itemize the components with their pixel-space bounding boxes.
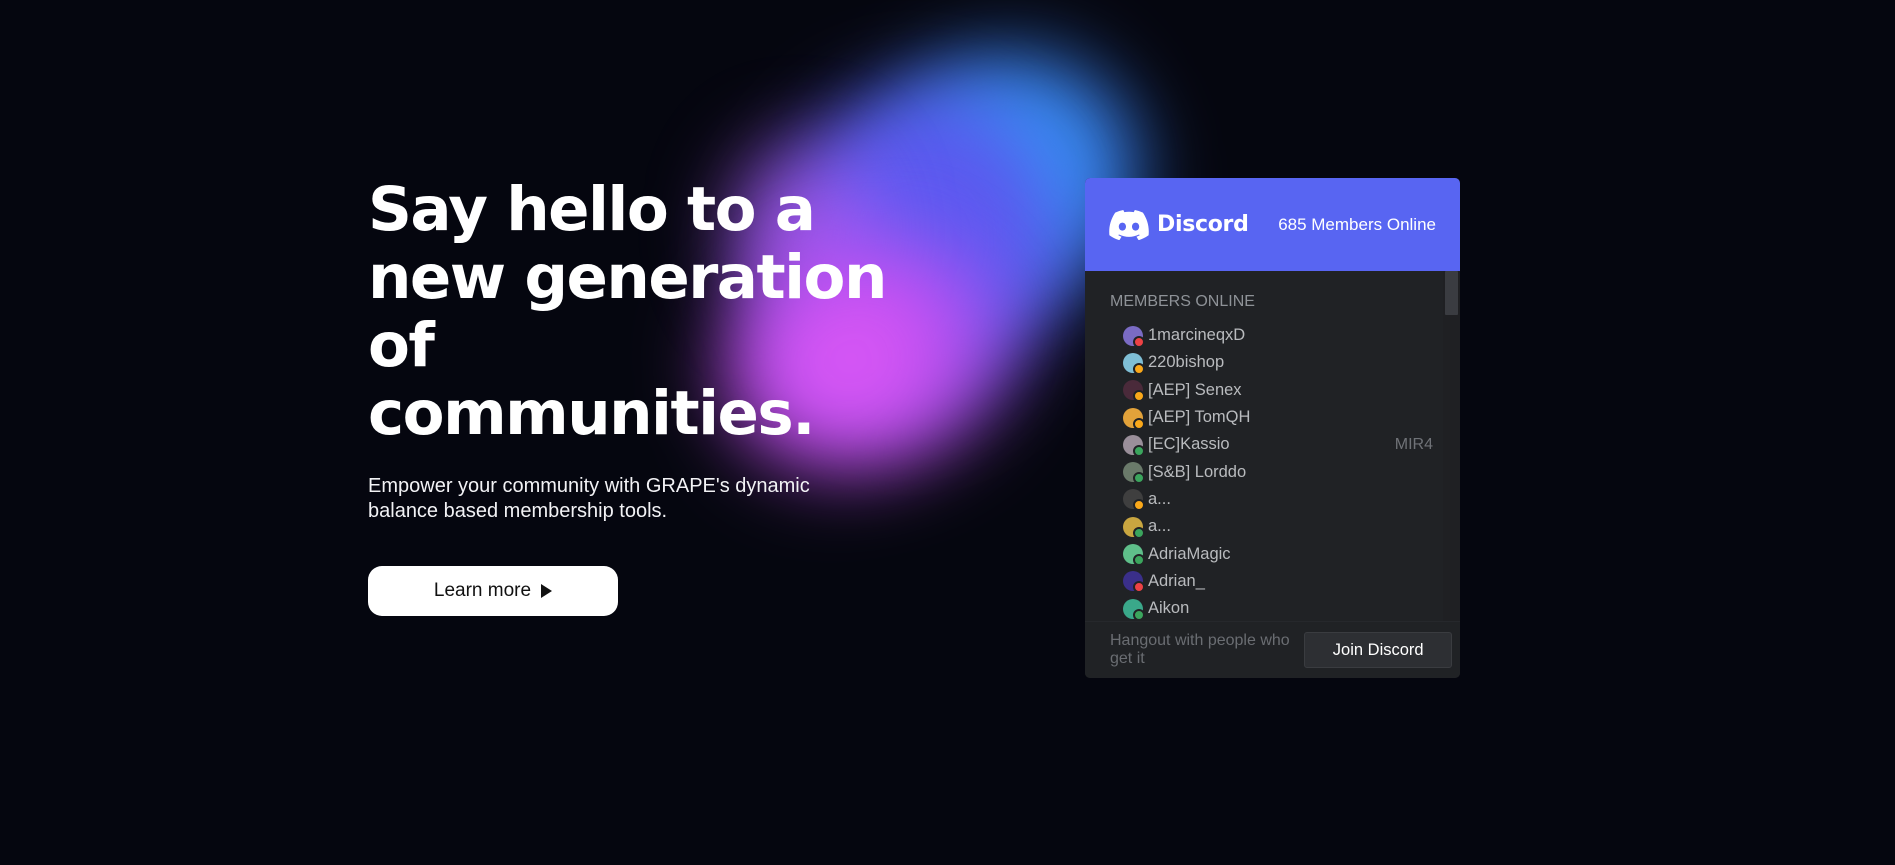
member-row[interactable]: a... bbox=[1110, 486, 1433, 513]
status-indicator bbox=[1133, 554, 1145, 567]
scrollbar-thumb[interactable] bbox=[1445, 271, 1458, 315]
member-avatar bbox=[1123, 516, 1145, 539]
play-icon bbox=[541, 584, 553, 598]
member-name: 220bishop bbox=[1148, 353, 1225, 372]
member-row[interactable]: Adrian_ bbox=[1110, 568, 1433, 595]
member-avatar bbox=[1123, 462, 1145, 485]
status-indicator bbox=[1133, 417, 1145, 430]
member-avatar bbox=[1123, 352, 1145, 375]
member-row[interactable]: Aikon bbox=[1110, 595, 1433, 622]
member-list: 1marcineqxD 220bishop [AEP] Senex [AEP] Tom… bbox=[1110, 322, 1460, 622]
member-name: Aikon bbox=[1148, 599, 1190, 618]
members-scrollbar[interactable] bbox=[1443, 271, 1460, 621]
learn-more-label: Learn more bbox=[433, 580, 532, 601]
member-avatar bbox=[1123, 434, 1145, 457]
member-avatar bbox=[1123, 380, 1145, 403]
status-indicator bbox=[1133, 390, 1145, 403]
member-row[interactable]: AdriaMagic bbox=[1110, 540, 1433, 567]
member-name: a... bbox=[1148, 489, 1171, 508]
member-avatar bbox=[1123, 544, 1145, 567]
member-row[interactable]: a... bbox=[1110, 513, 1433, 540]
hero-section: Say hello to a new generation of communi… bbox=[368, 176, 888, 616]
learn-more-button[interactable]: Learn more bbox=[368, 566, 618, 616]
member-name: a... bbox=[1148, 517, 1171, 536]
member-name: 1marcineqxD bbox=[1148, 326, 1246, 345]
status-indicator bbox=[1133, 581, 1145, 594]
discord-logo-icon bbox=[1109, 209, 1149, 240]
member-name: Adrian_ bbox=[1148, 571, 1205, 590]
status-indicator bbox=[1133, 472, 1145, 485]
member-row[interactable]: [S&B] Lorddo bbox=[1110, 458, 1433, 485]
member-avatar bbox=[1123, 598, 1145, 621]
member-name: [EC]Kassio bbox=[1148, 435, 1230, 454]
status-indicator bbox=[1133, 608, 1145, 621]
hero-subtitle: Empower your community with GRAPE's dyna… bbox=[368, 475, 810, 522]
discord-widget-header: Discord 685 Members Online bbox=[1085, 178, 1460, 271]
status-indicator bbox=[1133, 335, 1145, 348]
status-indicator bbox=[1133, 526, 1145, 539]
member-name: AdriaMagic bbox=[1148, 544, 1231, 563]
discord-widget-footer: Hangout with people who get it Join Disc… bbox=[1085, 621, 1460, 678]
member-name: [AEP] Senex bbox=[1148, 380, 1242, 399]
member-avatar bbox=[1123, 489, 1145, 512]
member-activity: MIR4 bbox=[1394, 435, 1433, 453]
member-row[interactable]: [EC]Kassio MIR4 bbox=[1110, 431, 1433, 458]
join-discord-button[interactable]: Join Discord bbox=[1304, 632, 1452, 668]
member-name: [S&B] Lorddo bbox=[1148, 462, 1247, 481]
discord-logo[interactable]: Discord bbox=[1109, 209, 1249, 240]
member-row[interactable]: [AEP] TomQH bbox=[1110, 404, 1433, 431]
hero-title: Say hello to a new generation of communi… bbox=[368, 174, 887, 449]
status-indicator bbox=[1133, 499, 1145, 512]
status-indicator bbox=[1133, 444, 1145, 457]
footer-tagline: Hangout with people who get it bbox=[1110, 632, 1290, 667]
member-avatar bbox=[1123, 571, 1145, 594]
page: Say hello to a new generation of communi… bbox=[0, 0, 1895, 865]
member-row[interactable]: 1marcineqxD bbox=[1110, 322, 1433, 349]
members-list-panel: MEMBERS ONLINE 1marcineqxD 220bishop [AEP]… bbox=[1085, 271, 1460, 621]
members-online-heading: MEMBERS ONLINE bbox=[1110, 293, 1255, 310]
member-avatar bbox=[1123, 407, 1145, 430]
member-row[interactable]: 220bishop bbox=[1110, 349, 1433, 376]
member-name: [AEP] TomQH bbox=[1148, 408, 1251, 427]
status-indicator bbox=[1133, 362, 1145, 375]
member-avatar bbox=[1123, 325, 1145, 348]
member-row[interactable]: [AEP] Senex bbox=[1110, 377, 1433, 404]
discord-wordmark: Discord bbox=[1157, 212, 1249, 237]
discord-widget: Discord 685 Members Online MEMBERS ONLIN… bbox=[1085, 178, 1460, 678]
members-online-count: 685 Members Online bbox=[1278, 214, 1436, 234]
